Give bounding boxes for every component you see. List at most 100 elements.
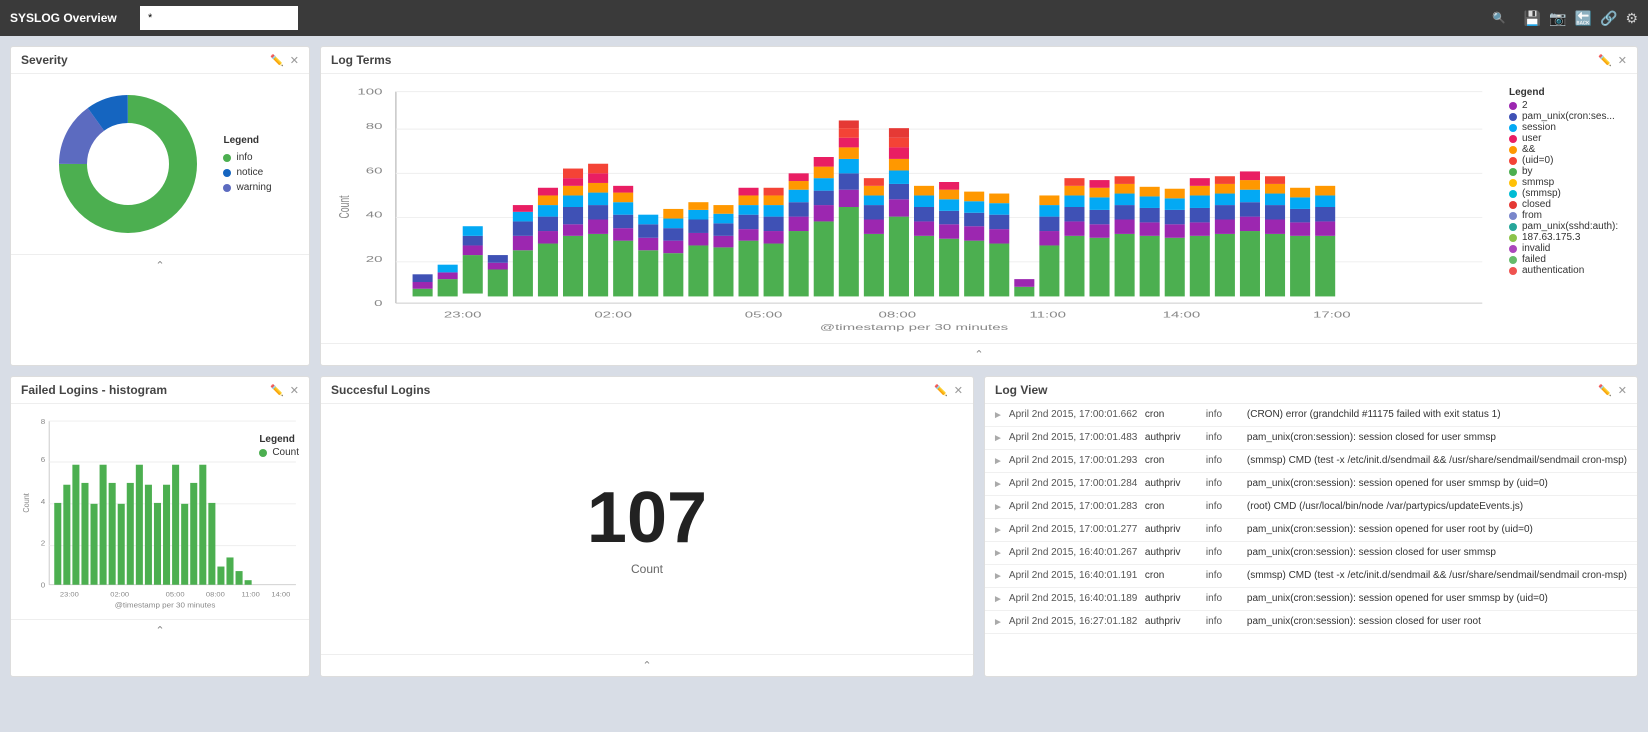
log-row[interactable]: ► April 2nd 2015, 16:40:01.267 authpriv … bbox=[985, 542, 1637, 565]
svg-text:14:00: 14:00 bbox=[1163, 310, 1201, 320]
legend-dot-closed bbox=[1509, 201, 1517, 209]
legend-label-smmsp: smmsp bbox=[1522, 177, 1554, 188]
search-icon: 🔍 bbox=[1492, 12, 1506, 25]
share-icon[interactable]: 📷 bbox=[1549, 10, 1566, 27]
log-row-message: (smmsp) CMD (test -x /etc/init.d/sendmai… bbox=[1247, 570, 1629, 581]
log-row-timestamp: April 2nd 2015, 16:40:01.189 bbox=[1009, 593, 1139, 604]
svg-text:@timestamp per 30 minutes: @timestamp per 30 minutes bbox=[115, 601, 216, 610]
log-row-level: info bbox=[1206, 409, 1241, 420]
log-view-body[interactable]: ► April 2nd 2015, 17:00:01.662 cron info… bbox=[985, 404, 1637, 634]
severity-collapse-icon[interactable]: ⌃ bbox=[154, 259, 166, 271]
log-terms-panel: Log Terms ✏️ ✕ 0 20 40 60 80 bbox=[320, 46, 1638, 366]
successful-logins-collapse-icon[interactable]: ⌃ bbox=[641, 659, 653, 671]
log-terms-body: 0 20 40 60 80 100 Count bbox=[321, 74, 1637, 343]
severity-edit-icon[interactable]: ✏️ bbox=[270, 54, 284, 67]
legend-item-info: info bbox=[223, 152, 271, 163]
failed-logins-collapse-icon[interactable]: ⌃ bbox=[154, 624, 166, 636]
log-view-edit-icon[interactable]: ✏️ bbox=[1598, 384, 1612, 397]
legend-item-failed: failed bbox=[1509, 254, 1629, 265]
svg-text:02:00: 02:00 bbox=[594, 310, 632, 320]
failed-logins-close-icon[interactable]: ✕ bbox=[290, 384, 299, 397]
severity-footer: ⌃ bbox=[11, 254, 309, 276]
log-view-header: Log View ✏️ ✕ bbox=[985, 377, 1637, 404]
main-grid: Severity ✏️ ✕ Legend bbox=[0, 36, 1648, 687]
log-row[interactable]: ► April 2nd 2015, 17:00:01.284 authpriv … bbox=[985, 473, 1637, 496]
legend-item-notice: notice bbox=[223, 167, 271, 178]
donut-chart bbox=[48, 84, 208, 244]
log-row[interactable]: ► April 2nd 2015, 16:40:01.189 authpriv … bbox=[985, 588, 1637, 611]
legend-dot-2 bbox=[1509, 102, 1517, 110]
successful-logins-close-icon[interactable]: ✕ bbox=[954, 384, 963, 397]
failed-logins-edit-icon[interactable]: ✏️ bbox=[270, 384, 284, 397]
log-row-timestamp: April 2nd 2015, 17:00:01.284 bbox=[1009, 478, 1139, 489]
log-row[interactable]: ► April 2nd 2015, 16:40:01.191 cron info… bbox=[985, 565, 1637, 588]
legend-item-user: user bbox=[1509, 133, 1629, 144]
log-row-level: info bbox=[1206, 524, 1241, 535]
svg-text:0: 0 bbox=[41, 581, 45, 590]
log-row-level: info bbox=[1206, 478, 1241, 489]
log-row-timestamp: April 2nd 2015, 17:00:01.662 bbox=[1009, 409, 1139, 420]
settings-icon[interactable]: ⚙ bbox=[1625, 10, 1638, 27]
legend-label-warning: warning bbox=[236, 182, 271, 193]
log-terms-close-icon[interactable]: ✕ bbox=[1618, 54, 1627, 67]
legend-label-authentication: authentication bbox=[1522, 265, 1584, 276]
log-row-level: info bbox=[1206, 616, 1241, 627]
log-terms-footer: ⌃ bbox=[321, 343, 1637, 365]
log-row-arrow: ► bbox=[993, 548, 1003, 559]
log-view-close-icon[interactable]: ✕ bbox=[1618, 384, 1627, 397]
log-row-timestamp: April 2nd 2015, 17:00:01.293 bbox=[1009, 455, 1139, 466]
legend-item-from: from bbox=[1509, 210, 1629, 221]
link-icon[interactable]: 🔗 bbox=[1600, 10, 1617, 27]
log-row[interactable]: ► April 2nd 2015, 17:00:01.277 authpriv … bbox=[985, 519, 1637, 542]
log-row-program: cron bbox=[1145, 455, 1200, 466]
save-icon[interactable]: 💾 bbox=[1524, 10, 1541, 27]
legend-dot-pam-unix-sshd bbox=[1509, 223, 1517, 231]
svg-text:40: 40 bbox=[366, 210, 383, 220]
log-row[interactable]: ► April 2nd 2015, 17:00:01.662 cron info… bbox=[985, 404, 1637, 427]
failed-logins-body: Legend Count 0 2 4 6 8 bbox=[11, 404, 309, 619]
log-terms-chart: 0 20 40 60 80 100 Count bbox=[329, 82, 1499, 335]
log-row-program: authpriv bbox=[1145, 616, 1200, 627]
legend-label-count: Count bbox=[272, 447, 299, 458]
log-row-timestamp: April 2nd 2015, 16:27:01.182 bbox=[1009, 616, 1139, 627]
log-terms-edit-icon[interactable]: ✏️ bbox=[1598, 54, 1612, 67]
severity-panel: Severity ✏️ ✕ Legend bbox=[10, 46, 310, 366]
log-row-program: authpriv bbox=[1145, 547, 1200, 558]
legend-dot-smmsp-paren bbox=[1509, 190, 1517, 198]
log-row[interactable]: ► April 2nd 2015, 17:00:01.483 authpriv … bbox=[985, 427, 1637, 450]
legend-dot-warning bbox=[223, 184, 231, 192]
search-input[interactable] bbox=[140, 6, 298, 30]
log-row[interactable]: ► April 2nd 2015, 17:00:01.283 cron info… bbox=[985, 496, 1637, 519]
log-row[interactable]: ► April 2nd 2015, 16:27:01.182 authpriv … bbox=[985, 611, 1637, 634]
svg-text:23:00: 23:00 bbox=[60, 590, 79, 599]
log-row-message: pam_unix(cron:session): session opened f… bbox=[1247, 478, 1629, 489]
legend-item-closed: closed bbox=[1509, 199, 1629, 210]
log-row-program: authpriv bbox=[1145, 478, 1200, 489]
log-row-timestamp: April 2nd 2015, 16:40:01.267 bbox=[1009, 547, 1139, 558]
legend-label-pam-unix-cron: pam_unix(cron:ses... bbox=[1522, 111, 1615, 122]
svg-text:08:00: 08:00 bbox=[206, 590, 225, 599]
legend-label-uid0: (uid=0) bbox=[1522, 155, 1553, 166]
svg-text:6: 6 bbox=[41, 455, 45, 464]
topbar-icons: 💾 📷 🔙 🔗 ⚙ bbox=[1524, 10, 1638, 27]
legend-dot-smmsp bbox=[1509, 179, 1517, 187]
log-row-arrow: ► bbox=[993, 594, 1003, 605]
successful-logins-panel: Succesful Logins ✏️ ✕ 107 Count ⌃ bbox=[320, 376, 974, 677]
legend-item-ampersand: && bbox=[1509, 144, 1629, 155]
log-terms-collapse-icon[interactable]: ⌃ bbox=[973, 348, 985, 360]
legend-label-session: session bbox=[1522, 122, 1556, 133]
app-title: SYSLOG Overview bbox=[10, 11, 130, 25]
failed-logins-actions: ✏️ ✕ bbox=[270, 384, 299, 397]
svg-text:20: 20 bbox=[366, 254, 383, 264]
log-row[interactable]: ► April 2nd 2015, 17:00:01.293 cron info… bbox=[985, 450, 1637, 473]
export-icon[interactable]: 🔙 bbox=[1575, 10, 1592, 27]
successful-logins-title: Succesful Logins bbox=[331, 383, 430, 397]
log-row-message: pam_unix(cron:session): session closed f… bbox=[1247, 432, 1629, 443]
severity-close-icon[interactable]: ✕ bbox=[290, 54, 299, 67]
successful-logins-edit-icon[interactable]: ✏️ bbox=[934, 384, 948, 397]
log-row-arrow: ► bbox=[993, 502, 1003, 513]
svg-text:23:00: 23:00 bbox=[444, 310, 482, 320]
legend-dot-from bbox=[1509, 212, 1517, 220]
log-terms-legend-title: Legend bbox=[1509, 87, 1629, 98]
log-row-level: info bbox=[1206, 593, 1241, 604]
